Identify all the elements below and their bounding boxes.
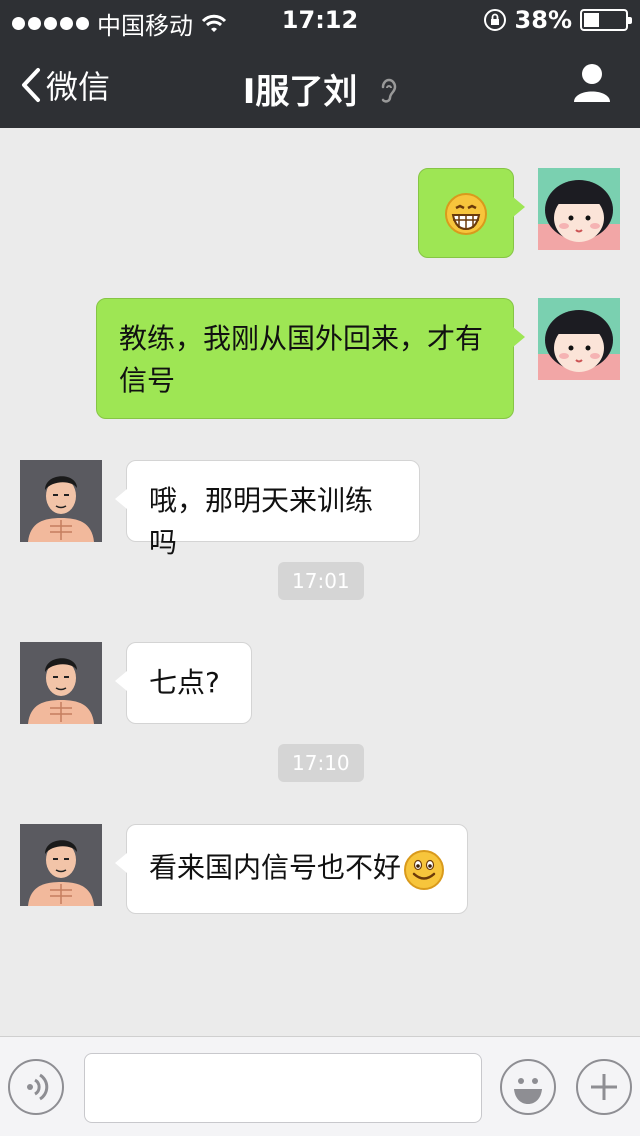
contact-avatar[interactable] xyxy=(20,460,102,542)
status-bar: 中国移动 17:12 38% xyxy=(0,0,640,40)
battery-icon xyxy=(580,9,632,31)
message-bubble-incoming[interactable]: 七点? xyxy=(115,642,252,724)
battery-percent: 38% xyxy=(514,6,572,34)
my-avatar[interactable] xyxy=(538,298,620,380)
message-bubble-outgoing[interactable] xyxy=(418,168,525,258)
plus-icon xyxy=(591,1074,617,1100)
nav-bar: 微信 I服了刘 xyxy=(0,40,640,128)
message-text: 信号 xyxy=(119,364,176,397)
my-avatar[interactable] xyxy=(538,168,620,250)
emoji-face-icon xyxy=(514,1078,542,1104)
message-bubble-incoming[interactable]: 看来国内信号也不好 xyxy=(115,824,468,914)
more-button[interactable] xyxy=(576,1059,632,1115)
timestamp-pill: 17:10 xyxy=(278,744,364,782)
voice-button[interactable] xyxy=(8,1059,64,1115)
message-input[interactable] xyxy=(84,1053,482,1123)
chat-area[interactable]: 教练，我刚从国外回来，才有 信号 哦，那明天来训练吗 17:01 七点? 17:… xyxy=(0,128,640,1036)
message-text: 七点? xyxy=(149,666,220,699)
message-text: 哦，那明天来训练吗 xyxy=(149,484,374,559)
contact-avatar[interactable] xyxy=(20,824,102,906)
voice-icon xyxy=(27,1073,49,1101)
emoji-button[interactable] xyxy=(500,1059,556,1115)
message-bubble-outgoing[interactable]: 教练，我刚从国外回来，才有 信号 xyxy=(96,298,525,419)
chat-title: I服了刘 xyxy=(0,64,640,114)
timestamp-pill: 17:01 xyxy=(278,562,364,600)
input-bar xyxy=(0,1036,640,1136)
message-text: 看来国内信号也不好 xyxy=(149,851,402,884)
ear-icon xyxy=(379,74,397,114)
chat-title-text: I服了刘 xyxy=(242,72,358,112)
battery-level-fill xyxy=(584,13,600,27)
grin-emoji xyxy=(445,193,487,235)
contact-avatar[interactable] xyxy=(20,642,102,724)
profile-icon xyxy=(574,64,610,102)
message-bubble-incoming[interactable]: 哦，那明天来训练吗 xyxy=(115,460,420,559)
smile-emoji xyxy=(404,850,444,890)
chat-info-button[interactable] xyxy=(572,62,612,106)
message-text: 教练，我刚从国外回来，才有 xyxy=(119,322,484,355)
rotation-lock-icon xyxy=(483,9,506,31)
